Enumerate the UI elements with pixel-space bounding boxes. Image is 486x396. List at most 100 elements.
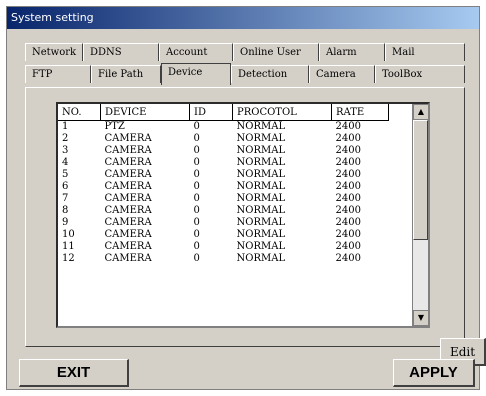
- window-title: System setting: [7, 7, 479, 29]
- tab-file-path[interactable]: File Path: [91, 65, 161, 83]
- cell-protocol: NORMAL: [236, 157, 286, 168]
- cell-rate: 2400: [335, 145, 361, 156]
- cell-no: 7: [62, 193, 69, 204]
- cell-rate: 2400: [335, 181, 361, 192]
- tab-row-1: Network DDNS Account Online User Alarm M…: [25, 43, 465, 61]
- cell-id: 0: [193, 229, 200, 240]
- cell-id: 0: [193, 169, 200, 180]
- cell-device: CAMERA: [104, 169, 152, 180]
- cell-id: 0: [193, 121, 200, 132]
- cell-device: CAMERA: [104, 157, 152, 168]
- vertical-scrollbar[interactable]: ▲ ▼: [412, 104, 428, 326]
- cell-protocol: NORMAL: [236, 145, 286, 156]
- tab-toolbox[interactable]: ToolBox: [375, 65, 465, 83]
- table-row[interactable]: 7 CAMERA 0 NORMAL 2400: [58, 193, 389, 205]
- cell-id: 0: [193, 205, 200, 216]
- cell-device: CAMERA: [104, 133, 152, 144]
- tab-camera[interactable]: Camera: [309, 65, 375, 83]
- table-row[interactable]: 9 CAMERA 0 NORMAL 2400: [58, 217, 389, 229]
- tab-row-2: FTP File Path Device Detection Camera To…: [25, 63, 465, 85]
- apply-button[interactable]: APPLY: [393, 359, 475, 387]
- table-row[interactable]: 2 CAMERA 0 NORMAL 2400: [58, 133, 389, 145]
- cell-protocol: NORMAL: [236, 241, 286, 252]
- cell-rate: 2400: [335, 217, 361, 228]
- cell-protocol: NORMAL: [236, 193, 286, 204]
- cell-protocol: NORMAL: [236, 169, 286, 180]
- column-header-device[interactable]: DEVICE: [100, 104, 190, 121]
- cell-rate: 2400: [335, 205, 361, 216]
- tab-online-user[interactable]: Online User: [233, 43, 319, 61]
- table-header-row: NO. DEVICE ID PROCOTOL RATE: [58, 104, 389, 121]
- table-row[interactable]: 4 CAMERA 0 NORMAL 2400: [58, 157, 389, 169]
- cell-id: 0: [193, 253, 200, 264]
- table-row[interactable]: 3 CAMERA 0 NORMAL 2400: [58, 145, 389, 157]
- cell-device: CAMERA: [104, 253, 152, 264]
- cell-no: 11: [62, 241, 75, 252]
- table-row[interactable]: 5 CAMERA 0 NORMAL 2400: [58, 169, 389, 181]
- cell-rate: 2400: [335, 193, 361, 204]
- tab-ftp[interactable]: FTP: [25, 65, 91, 83]
- cell-protocol: NORMAL: [236, 205, 286, 216]
- cell-no: 4: [62, 157, 69, 168]
- cell-no: 1: [62, 121, 69, 132]
- column-header-rate[interactable]: RATE: [331, 104, 389, 121]
- table-row[interactable]: 8 CAMERA 0 NORMAL 2400: [58, 205, 389, 217]
- cell-id: 0: [193, 217, 200, 228]
- cell-device: CAMERA: [104, 217, 152, 228]
- cell-device: CAMERA: [104, 241, 152, 252]
- device-table-body: 1 PTZ 0 NORMAL 2400 2 CAMERA 0 NORMAL 2400 3 CAMERA…: [58, 121, 389, 266]
- cell-no: 3: [62, 145, 69, 156]
- cell-id: 0: [193, 193, 200, 204]
- cell-device: CAMERA: [104, 205, 152, 216]
- table-row[interactable]: 12 CAMERA 0 NORMAL 2400: [58, 253, 389, 265]
- table-row[interactable]: 10 CAMERA 0 NORMAL 2400: [58, 229, 389, 241]
- cell-no: 8: [62, 205, 69, 216]
- device-table: NO. DEVICE ID PROCOTOL RATE 1 PTZ 0 NORMAL 2…: [58, 104, 389, 265]
- cell-protocol: NORMAL: [236, 253, 286, 264]
- cell-rate: 2400: [335, 121, 361, 132]
- cell-device: CAMERA: [104, 229, 152, 240]
- cell-rate: 2400: [335, 133, 361, 144]
- cell-id: 0: [193, 145, 200, 156]
- cell-id: 0: [193, 133, 200, 144]
- device-list[interactable]: NO. DEVICE ID PROCOTOL RATE 1 PTZ 0 NORMAL 2…: [56, 102, 430, 328]
- scroll-thumb[interactable]: [413, 120, 428, 240]
- cell-protocol: NORMAL: [236, 133, 286, 144]
- column-header-id[interactable]: ID: [189, 104, 233, 121]
- table-row[interactable]: 6 CAMERA 0 NORMAL 2400: [58, 181, 389, 193]
- cell-protocol: NORMAL: [236, 229, 286, 240]
- cell-no: 9: [62, 217, 69, 228]
- tab-network[interactable]: Network: [25, 43, 83, 61]
- scroll-down-arrow-icon[interactable]: ▼: [413, 310, 428, 326]
- column-header-no[interactable]: NO.: [58, 104, 101, 121]
- cell-id: 0: [193, 157, 200, 168]
- cell-no: 10: [62, 229, 75, 240]
- table-row[interactable]: 1 PTZ 0 NORMAL 2400: [58, 121, 389, 134]
- cell-no: 12: [62, 253, 75, 264]
- tab-mail[interactable]: Mail: [385, 43, 465, 61]
- cell-protocol: NORMAL: [236, 181, 286, 192]
- cell-protocol: NORMAL: [236, 121, 286, 132]
- cell-rate: 2400: [335, 241, 361, 252]
- cell-device: CAMERA: [104, 181, 152, 192]
- tab-account[interactable]: Account: [159, 43, 233, 61]
- cell-device: CAMERA: [104, 145, 152, 156]
- tab-alarm[interactable]: Alarm: [319, 43, 385, 61]
- cell-device: CAMERA: [104, 193, 152, 204]
- table-row[interactable]: 11 CAMERA 0 NORMAL 2400: [58, 241, 389, 253]
- cell-no: 5: [62, 169, 69, 180]
- tab-device[interactable]: Device: [161, 63, 231, 85]
- cell-id: 0: [193, 241, 200, 252]
- column-header-protocol[interactable]: PROCOTOL: [232, 104, 332, 121]
- system-setting-window: System setting Network DDNS Account Onli…: [6, 6, 486, 390]
- cell-no: 2: [62, 133, 69, 144]
- cell-rate: 2400: [335, 169, 361, 180]
- exit-button[interactable]: EXIT: [19, 359, 129, 387]
- cell-device: PTZ: [104, 121, 125, 132]
- scroll-up-arrow-icon[interactable]: ▲: [413, 104, 428, 120]
- tab-ddns[interactable]: DDNS: [83, 43, 159, 61]
- cell-id: 0: [193, 181, 200, 192]
- tab-detection[interactable]: Detection: [231, 65, 309, 83]
- cell-rate: 2400: [335, 157, 361, 168]
- cell-rate: 2400: [335, 229, 361, 240]
